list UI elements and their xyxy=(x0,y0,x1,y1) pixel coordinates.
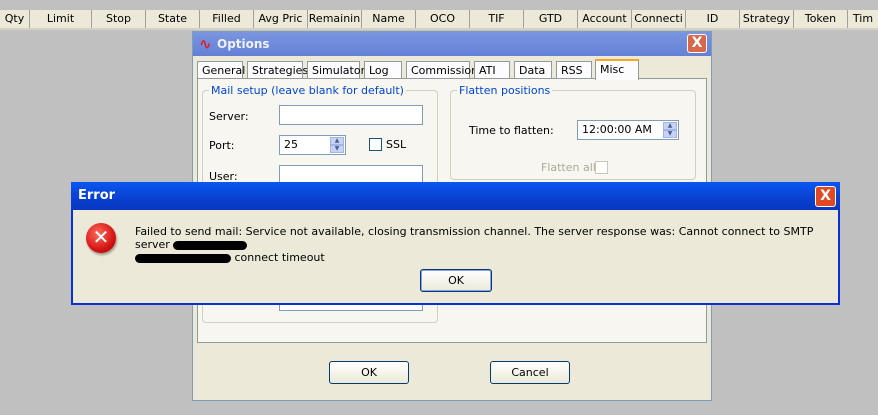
column-account[interactable]: Account xyxy=(578,10,632,28)
tab-misc[interactable]: Misc xyxy=(595,59,639,80)
redacted-mark xyxy=(135,253,231,263)
column-qty[interactable]: Qty xyxy=(0,10,30,28)
column-filled[interactable]: Filled xyxy=(200,10,254,28)
tab-log[interactable]: Log xyxy=(364,61,402,79)
flatten-all-checkbox[interactable] xyxy=(595,161,608,174)
time-to-flatten-stepper[interactable]: 12:00:00 AM ▲ ▼ xyxy=(577,120,679,140)
column-stop[interactable]: Stop xyxy=(92,10,146,28)
port-value: 25 xyxy=(284,138,298,151)
grid-column-header: Qty Limit Stop State Filled Avg Pric Rem… xyxy=(0,10,878,29)
port-spinner[interactable]: ▲ ▼ xyxy=(330,137,344,153)
tab-strategies[interactable]: Strategies xyxy=(247,61,308,79)
error-close-button[interactable]: X xyxy=(815,186,836,207)
tab-general[interactable]: General xyxy=(197,61,245,79)
options-close-button[interactable]: X xyxy=(687,34,707,53)
column-state[interactable]: State xyxy=(146,10,200,28)
time-to-flatten-label: Time to flatten: xyxy=(469,124,554,137)
error-title: Error xyxy=(78,188,116,203)
tab-commission[interactable]: Commission xyxy=(406,61,478,79)
server-input[interactable] xyxy=(279,105,423,125)
column-remaining[interactable]: Remainin xyxy=(308,10,362,28)
options-title: Options xyxy=(217,37,270,51)
chevron-down-icon[interactable]: ▼ xyxy=(663,130,677,138)
port-label: Port: xyxy=(209,139,235,152)
column-name[interactable]: Name xyxy=(362,10,416,28)
flatten-positions-legend: Flatten positions xyxy=(457,84,553,97)
server-label: Server: xyxy=(209,110,249,123)
tab-data[interactable]: Data xyxy=(514,61,552,79)
tab-rss[interactable]: RSS xyxy=(556,61,592,79)
error-message: Failed to send mail: Service not availab… xyxy=(135,225,835,264)
ssl-label: SSL xyxy=(386,138,407,151)
options-cancel-button[interactable]: Cancel xyxy=(490,361,570,384)
app-logo-icon: ∿ xyxy=(199,35,212,53)
column-connection[interactable]: Connecti xyxy=(632,10,686,28)
column-time[interactable]: Tim xyxy=(848,10,878,28)
chevron-up-icon[interactable]: ▲ xyxy=(330,137,344,145)
tab-ati[interactable]: ATI xyxy=(474,61,510,79)
time-spinner[interactable]: ▲ ▼ xyxy=(663,122,677,138)
column-limit[interactable]: Limit xyxy=(30,10,92,28)
options-titlebar[interactable]: ∿ Options X xyxy=(193,32,711,56)
port-stepper[interactable]: 25 ▲ ▼ xyxy=(279,135,346,155)
column-strategy[interactable]: Strategy xyxy=(740,10,794,28)
column-token[interactable]: Token xyxy=(794,10,848,28)
time-to-flatten-value: 12:00:00 AM xyxy=(582,123,652,136)
tab-simulator[interactable]: Simulator xyxy=(307,61,365,79)
grid-body-edge xyxy=(0,28,878,30)
column-gtd[interactable]: GTD xyxy=(524,10,578,28)
flatten-positions-group: Flatten positions Time to flatten: 12:00… xyxy=(450,84,696,180)
error-dialog: Error X ✕ Failed to send mail: Service n… xyxy=(71,182,840,305)
chevron-down-icon[interactable]: ▼ xyxy=(330,145,344,153)
error-titlebar[interactable]: Error X xyxy=(71,182,840,210)
column-tif[interactable]: TIF xyxy=(470,10,524,28)
error-ok-button[interactable]: OK xyxy=(420,269,492,292)
column-id[interactable]: ID xyxy=(686,10,740,28)
chevron-up-icon[interactable]: ▲ xyxy=(663,122,677,130)
error-message-tail: connect timeout xyxy=(234,251,325,264)
ssl-checkbox[interactable] xyxy=(369,138,382,151)
options-ok-button[interactable]: OK xyxy=(329,361,409,384)
error-icon: ✕ xyxy=(86,223,116,253)
flatten-all-label: Flatten all xyxy=(541,161,596,174)
column-oco[interactable]: OCO xyxy=(416,10,470,28)
redacted-mark xyxy=(173,240,248,250)
mail-setup-legend: Mail setup (leave blank for default) xyxy=(209,84,406,97)
column-avg-price[interactable]: Avg Pric xyxy=(254,10,308,28)
